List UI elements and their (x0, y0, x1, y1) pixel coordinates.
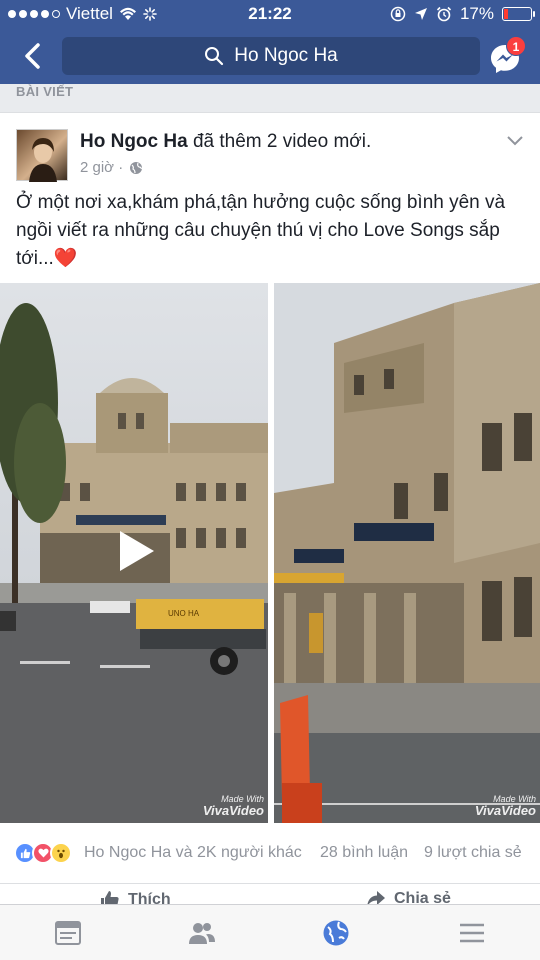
status-indicators: 17% (390, 4, 535, 24)
reactions-summary[interactable]: Ho Ngoc Ha và 2K người khác 28 bình luận… (0, 833, 540, 873)
post-body: Ở một nơi xa,khám phá,tận hưởng cuộc sốn… (16, 192, 506, 269)
watermark-brand: VivaVideo (202, 803, 264, 818)
watermark: Made With VivaVideo (203, 793, 264, 817)
battery-icon (502, 7, 535, 21)
comments-count[interactable]: 28 bình luận (320, 844, 408, 862)
video-thumbnail-2[interactable]: Made With VivaVideo (274, 283, 540, 823)
status-bar: Viettel 21:22 17% (0, 0, 540, 28)
tab-bar (0, 904, 540, 960)
chevron-down-icon[interactable] (506, 135, 524, 147)
orientation-lock-icon (390, 6, 406, 22)
messenger-badge: 1 (506, 36, 526, 56)
shares-count[interactable]: 9 lượt chia sẻ (424, 844, 522, 862)
avatar[interactable] (16, 129, 68, 182)
wow-reaction-icon (50, 842, 72, 864)
truck-label: UNO HA (168, 609, 200, 618)
battery-percent: 17% (459, 4, 494, 23)
reaction-icons (14, 842, 72, 864)
watermark-brand: VivaVideo (474, 803, 536, 818)
search-icon (205, 47, 224, 66)
search-value: Ho Ngoc Ha (234, 45, 338, 66)
reaction-names: Ho Ngoc Ha và 2K người khác (84, 844, 302, 861)
news-feed-icon[interactable] (54, 919, 82, 947)
messenger-button[interactable]: 1 (484, 36, 530, 78)
search-input[interactable]: Ho Ngoc Ha (62, 37, 480, 75)
alarm-icon (436, 6, 452, 22)
author-name[interactable]: Ho Ngoc Ha (80, 131, 188, 152)
post-header: Ho Ngoc Ha đã thêm 2 video mới. (80, 131, 371, 153)
notifications-globe-icon[interactable] (322, 919, 350, 947)
location-icon (414, 8, 427, 20)
navigation-bar: Ho Ngoc Ha 1 (0, 28, 540, 84)
globe-icon (130, 161, 143, 174)
heart-emoji: ❤️ (53, 248, 78, 269)
video-thumbnail-1[interactable]: UNO HA Made With VivaVideo (0, 283, 268, 823)
post-time[interactable]: 2 giờ · (80, 159, 123, 176)
back-arrow-icon[interactable] (18, 40, 48, 72)
post-text: Ở một nơi xa,khám phá,tận hưởng cuộc sốn… (16, 189, 524, 273)
menu-icon[interactable] (458, 919, 486, 947)
play-icon[interactable] (116, 529, 156, 573)
post-meta: 2 giờ · (80, 159, 143, 176)
friends-icon[interactable] (188, 919, 216, 947)
post-action-text: đã thêm 2 video mới. (187, 131, 372, 152)
post-card: Ho Ngoc Ha đã thêm 2 video mới. 2 giờ · … (0, 112, 540, 912)
watermark: Made With VivaVideo (475, 793, 536, 817)
section-label: BÀI VIẾT (16, 84, 74, 99)
